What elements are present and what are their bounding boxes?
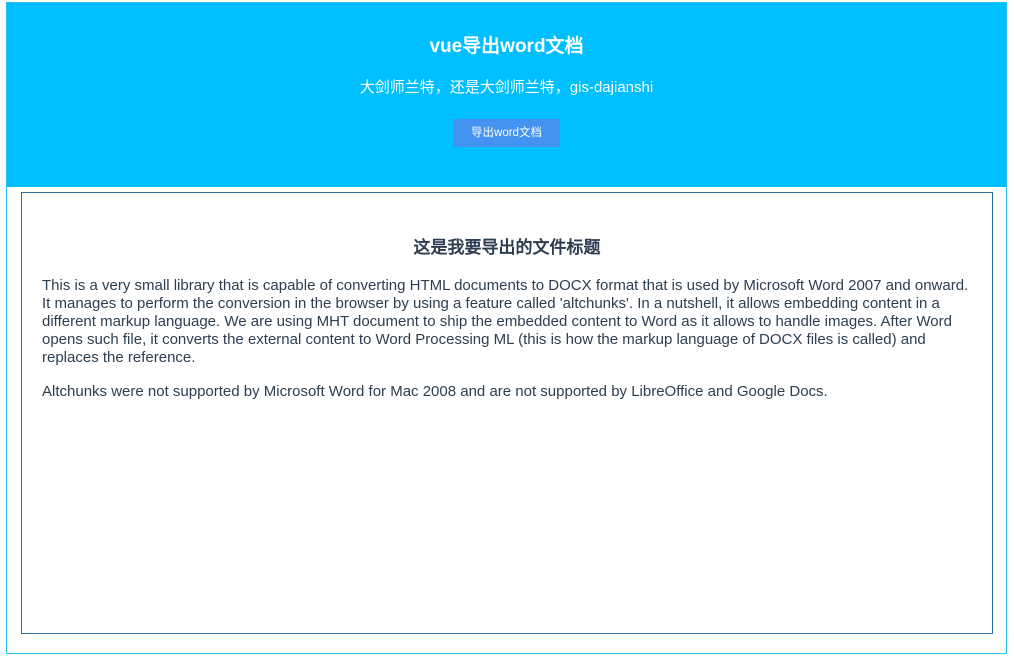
document-paragraph: This is a very small library that is cap… (42, 277, 969, 366)
document-title: 这是我要导出的文件标题 (413, 238, 601, 257)
document-paragraph: Altchunks were not supported by Microsof… (42, 383, 828, 400)
header-banner: vue导出word文档 大剑师兰特，还是大剑师兰特，gis-dajianshi … (7, 3, 1006, 187)
page-title: vue导出word文档 (429, 36, 584, 57)
document-preview-panel: 这是我要导出的文件标题 This is a very small library… (21, 192, 993, 634)
app-frame: vue导出word文档 大剑师兰特，还是大剑师兰特，gis-dajianshi … (6, 2, 1007, 654)
document-body: This is a very small library that is cap… (42, 277, 972, 417)
page-subtitle: 大剑师兰特，还是大剑师兰特，gis-dajianshi (359, 79, 654, 96)
export-word-button[interactable]: 导出word文档 (453, 119, 560, 147)
